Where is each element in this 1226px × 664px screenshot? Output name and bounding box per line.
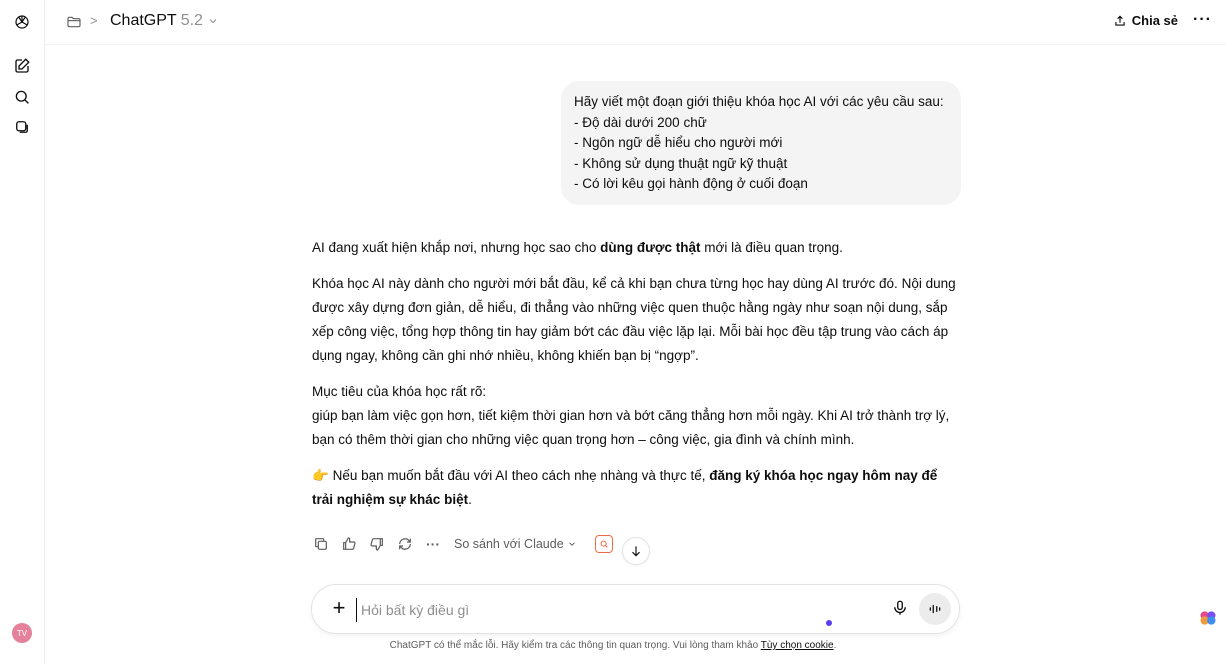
cookie-preferences-link[interactable]: Tùy chọn cookie xyxy=(761,640,834,651)
model-selector[interactable]: ChatGPT 5.2 xyxy=(110,12,219,30)
message-actions: ··· So sánh với Claude xyxy=(312,535,613,553)
share-icon xyxy=(1115,15,1125,26)
prompt-input[interactable] xyxy=(356,598,843,622)
chatgpt-logo-icon[interactable] xyxy=(13,13,31,31)
user-message-line: - Độ dài dưới 200 chữ xyxy=(574,114,707,130)
share-label: Chia sẻ xyxy=(1131,13,1178,28)
share-button[interactable]: Chia sẻ xyxy=(1113,13,1178,28)
user-message-line: Hãy viết một đoạn giới thiệu khóa học AI… xyxy=(574,94,944,109)
model-version: 5.2 xyxy=(180,12,203,29)
answer-paragraph: Mục tiêu của khóa học rất rõ: giúp bạn là… xyxy=(312,384,950,447)
add-attachment-button[interactable]: + xyxy=(329,597,349,619)
compare-with-claude-button[interactable]: So sánh với Claude xyxy=(454,537,577,551)
voice-mode-button[interactable] xyxy=(919,593,951,625)
copy-icon[interactable] xyxy=(312,535,330,553)
compare-label: So sánh với Claude xyxy=(454,537,564,551)
answer-paragraph: AI đang xuất hiện khắp nơi, nhưng học sa… xyxy=(312,240,843,255)
library-icon[interactable] xyxy=(13,118,31,136)
search-icon[interactable] xyxy=(13,88,31,106)
new-chat-icon[interactable] xyxy=(13,57,31,75)
waveform-icon xyxy=(929,604,941,614)
scroll-down-button[interactable] xyxy=(622,537,650,565)
disclaimer-footer: ChatGPT có thể mắc lỗi. Hãy kiểm tra các… xyxy=(389,640,837,651)
status-dot xyxy=(826,620,832,626)
user-message: Hãy viết một đoạn giới thiệu khóa học AI… xyxy=(561,81,961,205)
chevron-down-icon xyxy=(568,542,575,546)
thumbs-up-icon[interactable] xyxy=(340,535,358,553)
folder-icon[interactable] xyxy=(66,14,82,30)
pointing-hand-icon: 👉 xyxy=(312,468,329,483)
regenerate-icon[interactable] xyxy=(396,535,414,553)
top-bar: > ChatGPT 5.2 Chia sẻ ··· xyxy=(44,0,1226,45)
arrow-down-icon xyxy=(632,546,640,557)
user-message-line: - Có lời kêu gọi hành động ở cuối đoạn xyxy=(574,176,808,191)
more-options-button[interactable]: ··· xyxy=(1193,11,1212,29)
model-name: ChatGPT xyxy=(110,12,177,29)
claude-extension-icon[interactable] xyxy=(594,535,613,553)
more-actions-button[interactable]: ··· xyxy=(424,535,442,553)
sidebar: TV xyxy=(0,0,45,664)
brain-extension-icon[interactable] xyxy=(1198,608,1218,628)
user-message-line: - Ngôn ngữ dễ hiểu cho người mới xyxy=(574,135,783,150)
answer-paragraph: Khóa học AI này dành cho người mới bắt đ… xyxy=(312,276,956,363)
thumbs-down-icon[interactable] xyxy=(368,535,386,553)
answer-paragraph: 👉 Nếu bạn muốn bắt đầu với AI theo cách … xyxy=(312,468,938,507)
chevron-down-icon xyxy=(209,19,217,24)
user-message-line: - Không sử dụng thuật ngữ kỹ thuật xyxy=(574,155,788,171)
assistant-message: AI đang xuất hiện khắp nơi, nhưng học sa… xyxy=(312,236,962,524)
composer: + xyxy=(311,584,960,634)
microphone-icon[interactable] xyxy=(891,599,909,617)
breadcrumb-separator: > xyxy=(90,13,98,28)
